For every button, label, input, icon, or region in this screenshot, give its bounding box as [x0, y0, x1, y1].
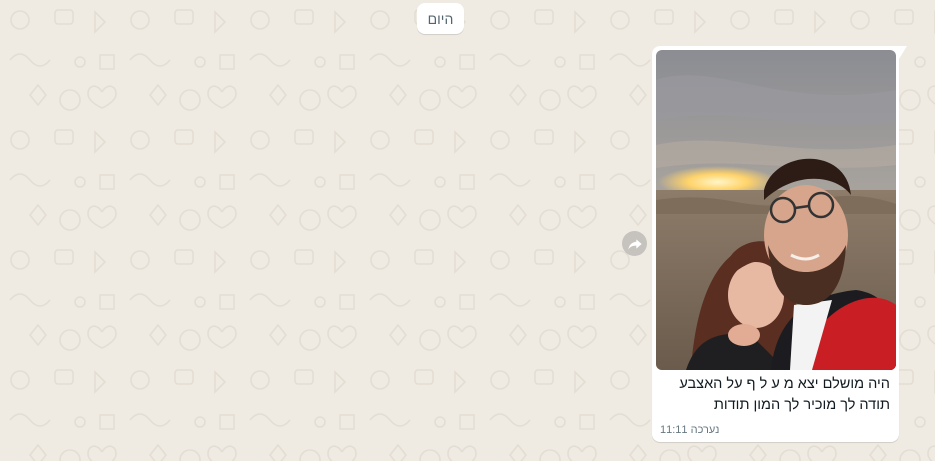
date-label: היום [427, 10, 454, 27]
forward-button[interactable] [622, 231, 647, 256]
caption-line-2: תודה לך מוכיר לך המון תודות [713, 397, 890, 413]
forward-arrow-icon [627, 238, 642, 250]
message-time: 11:11 [660, 424, 688, 436]
date-divider: היום [417, 3, 464, 34]
message-bubble[interactable]: היה מושלם יצא מ ע ל ף על האצבע תודה לך מ… [652, 46, 907, 442]
edited-label: נערכה [690, 424, 720, 436]
caption-line-1: היה מושלם יצא מ ע ל ף על האצבע [679, 376, 890, 392]
message-photo[interactable] [656, 50, 896, 370]
message-meta: נערכה 11:11 [660, 424, 719, 436]
bubble-tail [899, 46, 907, 59]
message-caption: היה מושלם יצא מ ע ל ף על האצבע תודה לך מ… [660, 374, 890, 416]
